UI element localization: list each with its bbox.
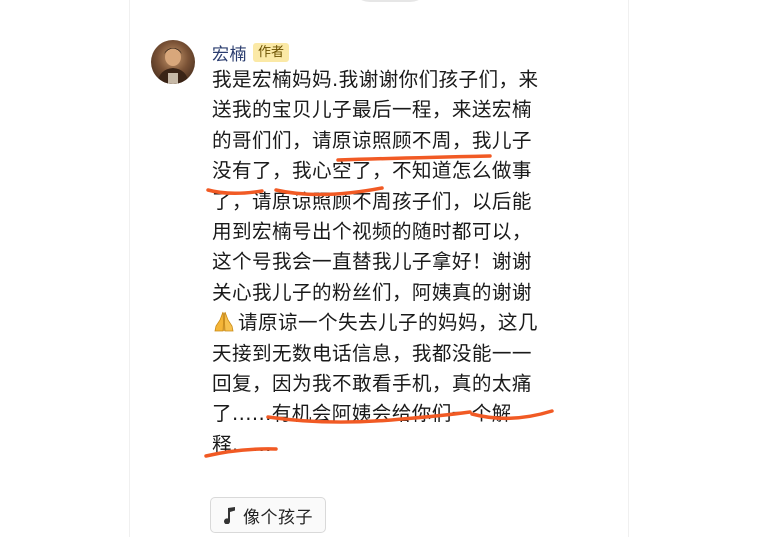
comment-line: 这个号我会一直替我儿子拿好！谢谢: [212, 250, 532, 274]
music-tag-button[interactable]: 像个孩子: [210, 497, 326, 533]
author-name[interactable]: 宏楠: [212, 40, 247, 65]
comment-line: 释......: [212, 432, 272, 456]
folded-hands-icon: [214, 312, 234, 332]
comment-line: 用到宏楠号出个视频的随时都可以，: [212, 220, 532, 244]
comment-line-text: 请原谅一个失去儿子的妈妈，这几: [238, 311, 538, 335]
avatar-portrait-icon: [157, 48, 189, 84]
comment-line: 了......有机会阿姨会给你们一个解: [212, 402, 512, 426]
comment-line-with-emoji: 请原谅一个失去儿子的妈妈，这几: [212, 308, 568, 338]
screenshot-page: 宏楠 作者 我是宏楠妈妈.我谢谢你们孩子们，来 送我的宝贝儿子最后一程，来送宏楠…: [0, 0, 758, 537]
comment-line: 了，请原谅照顾不周孩子们，以后能: [212, 189, 532, 213]
author-row: 宏楠 作者: [212, 40, 290, 65]
author-badge: 作者: [253, 42, 290, 62]
comment-line: 没有了，我心空了，不知道怎么做事: [212, 159, 532, 183]
comment-line: 送我的宝贝儿子最后一程，来送宏楠: [212, 98, 532, 122]
comment-body: 我是宏楠妈妈.我谢谢你们孩子们，来 送我的宝贝儿子最后一程，来送宏楠 的哥们们，…: [212, 65, 568, 460]
music-tag-label: 像个孩子: [243, 507, 313, 528]
comment-line: 天接到无数电话信息，我都没能一一: [212, 341, 532, 365]
comment-line: 我是宏楠妈妈.我谢谢你们孩子们，来: [212, 68, 539, 91]
author-avatar[interactable]: [151, 40, 195, 84]
music-note-icon: [224, 507, 235, 524]
comment-line: 的哥们们，请原谅照顾不周，我儿子: [212, 128, 532, 152]
comment-line: 关心我儿子的粉丝们，阿姨真的谢谢: [212, 280, 532, 304]
comment-line: 回复，因为我不敢看手机，真的太痛: [212, 372, 532, 396]
